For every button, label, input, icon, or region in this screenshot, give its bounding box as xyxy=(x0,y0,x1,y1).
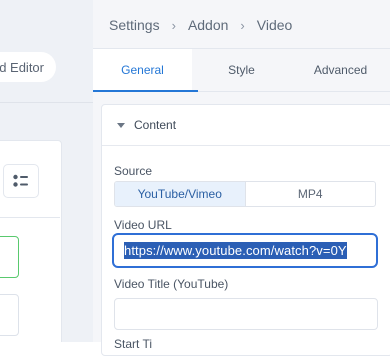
editor-mode-button[interactable]: d Editor xyxy=(0,52,56,82)
section-title: Content xyxy=(134,118,177,132)
editor-element[interactable] xyxy=(0,294,19,336)
editor-element-selected[interactable] xyxy=(0,236,19,278)
content-section-header[interactable]: Content xyxy=(102,105,390,146)
list-settings-icon xyxy=(13,174,28,187)
source-label: Source xyxy=(114,164,153,178)
editor-mode-label: d Editor xyxy=(0,59,44,75)
tab-style[interactable]: Style xyxy=(192,49,291,91)
tab-general-label: General xyxy=(121,63,164,77)
breadcrumb-addon[interactable]: Addon xyxy=(188,17,228,33)
breadcrumb: Settings › Addon › Video xyxy=(109,17,292,33)
editor-card-divider xyxy=(0,217,60,218)
video-url-label: Video URL xyxy=(114,218,172,232)
caret-down-icon xyxy=(117,122,125,128)
video-url-input[interactable]: https://www.youtube.com/watch?v=0Y xyxy=(112,233,378,268)
tab-style-label: Style xyxy=(228,63,255,77)
breadcrumb-separator-icon: › xyxy=(171,17,176,33)
video-url-value: https://www.youtube.com/watch?v=0Y xyxy=(124,242,347,259)
source-option-mp4[interactable]: MP4 xyxy=(246,182,376,206)
video-title-input[interactable] xyxy=(114,298,378,330)
tab-general[interactable]: General xyxy=(93,49,198,92)
breadcrumb-settings[interactable]: Settings xyxy=(109,17,160,33)
start-time-label: Start Ti xyxy=(114,337,153,351)
video-title-label: Video Title (YouTube) xyxy=(114,277,229,291)
source-toggle: YouTube/Vimeo MP4 xyxy=(114,181,376,207)
editor-divider xyxy=(0,102,93,103)
settings-tabs: General Style Advanced xyxy=(93,48,390,92)
breadcrumb-separator-icon: › xyxy=(240,17,245,33)
settings-panel: Settings › Addon › Video General Style A… xyxy=(93,0,390,356)
editor-canvas-pane: d Editor xyxy=(0,0,94,342)
breadcrumb-video: Video xyxy=(256,17,293,33)
tab-advanced[interactable]: Advanced xyxy=(291,49,390,91)
tab-advanced-label: Advanced xyxy=(313,63,368,77)
source-option-youtube[interactable]: YouTube/Vimeo xyxy=(115,182,246,206)
content-section: Content Source YouTube/Vimeo MP4 Video U… xyxy=(101,104,390,356)
list-settings-button[interactable] xyxy=(3,164,39,198)
